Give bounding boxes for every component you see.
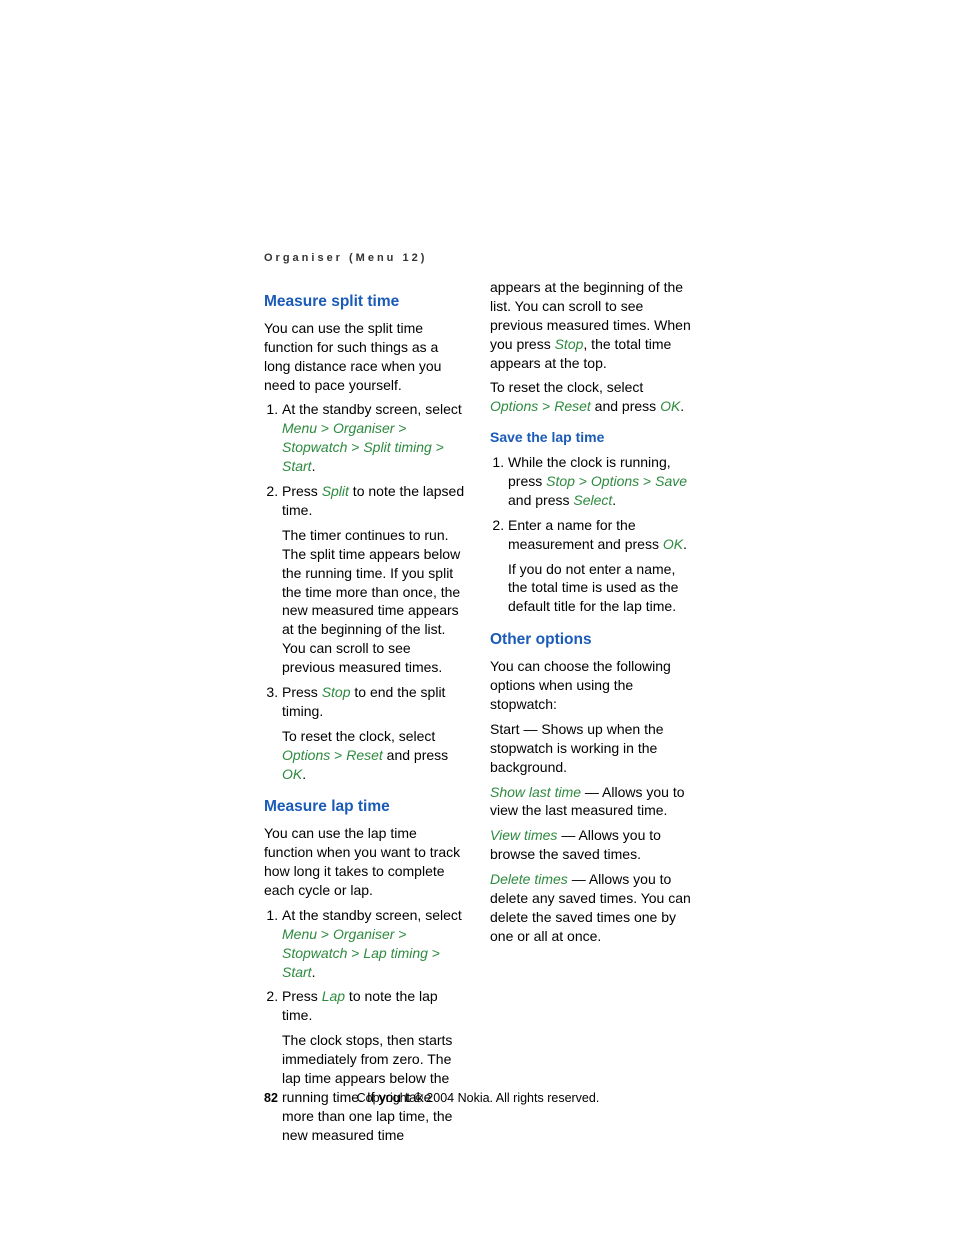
page-header: Organiser (Menu 12) [264, 252, 427, 264]
ui-key: OK [282, 766, 302, 782]
list-item: While the clock is running, press Stop >… [508, 453, 692, 510]
ui-key: Organiser [333, 420, 394, 436]
heading-lap-time: Measure lap time [264, 797, 466, 818]
ui-key: Show last time [490, 784, 581, 800]
left-column: Measure split time You can use the split… [264, 278, 466, 1151]
ui-key: Stopwatch [282, 945, 347, 961]
body-text: You can use the split time function for … [264, 319, 466, 395]
ui-key: Lap timing [363, 945, 428, 961]
ui-key: Split [322, 483, 349, 499]
ui-key: Select [573, 492, 612, 508]
body-text: The clock stops, then starts immediately… [282, 1031, 466, 1144]
ui-key: Reset [554, 398, 591, 414]
ui-key: OK [663, 536, 683, 552]
right-column: appears at the beginning of the list. Yo… [490, 278, 692, 1151]
heading-split-time: Measure split time [264, 292, 466, 313]
ui-key: Split timing [363, 439, 431, 455]
ui-key: Start [282, 964, 312, 980]
ui-key: View times [490, 827, 557, 843]
body-text: Start — Shows up when the stopwatch is w… [490, 720, 692, 777]
ui-key: Lap [322, 988, 345, 1004]
body-text: Delete times — Allows you to delete any … [490, 870, 692, 946]
ui-key: OK [660, 398, 680, 414]
ui-key: Stop [546, 473, 575, 489]
body-text: If you do not enter a name, the total ti… [508, 560, 692, 617]
body-text: You can choose the following options whe… [490, 657, 692, 714]
body-text: The timer continues to run. The split ti… [282, 526, 466, 677]
heading-other-options: Other options [490, 630, 692, 651]
list-item: Press Lap to note the lap time. The cloc… [282, 987, 466, 1144]
numbered-list: While the clock is running, press Stop >… [490, 453, 692, 616]
ui-key: Options [282, 747, 330, 763]
copyright-text: Copyright © 2004 Nokia. All rights reser… [264, 1091, 692, 1105]
ui-key: Delete times [490, 871, 568, 887]
ui-key: Reset [346, 747, 383, 763]
ui-key: Organiser [333, 926, 394, 942]
ui-key: Menu [282, 926, 317, 942]
numbered-list: At the standby screen, select Menu > Org… [264, 400, 466, 783]
body-text: You can use the lap time function when y… [264, 824, 466, 900]
list-item: Press Stop to end the split timing. To r… [282, 683, 466, 783]
body-text: View times — Allows you to browse the sa… [490, 826, 692, 864]
body-text: To reset the clock, select Options > Res… [490, 378, 692, 416]
ui-key: Options [591, 473, 639, 489]
list-item: At the standby screen, select Menu > Org… [282, 906, 466, 982]
numbered-list: At the standby screen, select Menu > Org… [264, 906, 466, 1145]
list-item: Press Split to note the lapsed time. The… [282, 482, 466, 677]
body-text: appears at the beginning of the list. Yo… [490, 278, 692, 372]
ui-key: Menu [282, 420, 317, 436]
ui-key: Stop [322, 684, 351, 700]
heading-save-lap: Save the lap time [490, 428, 692, 447]
body-text: To reset the clock, select Options > Res… [282, 727, 466, 784]
ui-key: Options [490, 398, 538, 414]
body-text: Show last time — Allows you to view the … [490, 783, 692, 821]
ui-key: Start [282, 458, 312, 474]
ui-key: Save [655, 473, 687, 489]
ui-key: Stopwatch [282, 439, 347, 455]
list-item: At the standby screen, select Menu > Org… [282, 400, 466, 476]
list-item: Enter a name for the measurement and pre… [508, 516, 692, 616]
ui-key: Stop [555, 336, 584, 352]
